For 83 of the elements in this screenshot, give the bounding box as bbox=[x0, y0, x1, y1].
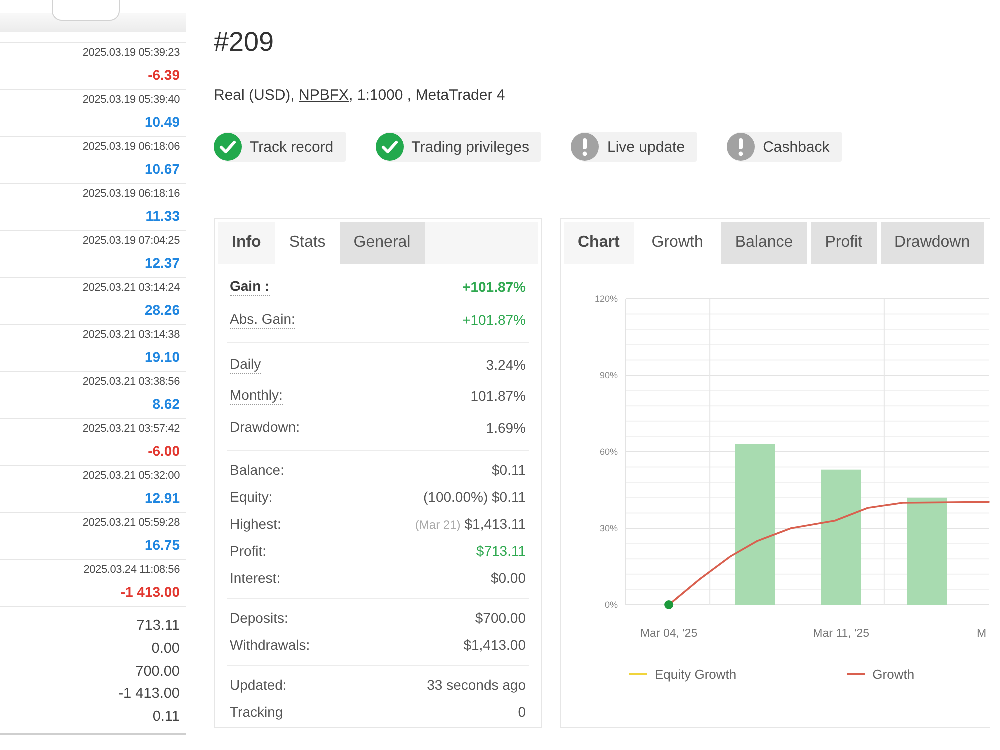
trade-time: 2025.03.21 05:32:00 bbox=[82, 469, 180, 484]
x-axis-label: M bbox=[977, 628, 987, 640]
trade-amount: 19.10 bbox=[144, 348, 180, 367]
trade-time: 2025.03.19 07:04:25 bbox=[82, 234, 180, 249]
chart-tab[interactable]: Drawdown bbox=[880, 222, 984, 264]
stat-label: Monthly: bbox=[230, 387, 283, 406]
total-value: 700.00 bbox=[136, 662, 180, 682]
stat-label: Abs. Gain: bbox=[230, 310, 296, 328]
stat-label: Tracking bbox=[230, 704, 284, 720]
stat-value: $1,413.00 bbox=[464, 637, 526, 653]
stat-label: Updated: bbox=[230, 676, 287, 694]
panel-heading: Chart bbox=[564, 222, 634, 264]
stat-value: 3.24% bbox=[486, 356, 526, 373]
trade-time: 2025.03.21 03:14:24 bbox=[82, 281, 180, 296]
stat-label: Equity: bbox=[230, 488, 273, 506]
stat-label: Deposits: bbox=[230, 610, 288, 626]
trade-time: 2025.03.21 03:38:56 bbox=[82, 375, 180, 390]
stat-value: 1.69% bbox=[486, 420, 526, 436]
total-value: 0.00 bbox=[152, 640, 180, 659]
total-value: 0.11 bbox=[152, 708, 180, 728]
stat-note: (Mar 21) bbox=[415, 518, 461, 532]
legend-label: Equity Growth bbox=[655, 666, 737, 682]
stat-label: Interest: bbox=[230, 570, 281, 586]
stat-value: +101.87% bbox=[462, 278, 526, 294]
trade-amount: -6.39 bbox=[148, 66, 180, 85]
trade-time: 2025.03.19 05:39:23 bbox=[82, 46, 180, 61]
trade-amount: 8.62 bbox=[152, 395, 180, 414]
trade-time: 2025.03.19 05:39:40 bbox=[82, 93, 180, 108]
stat-label: Daily bbox=[230, 356, 262, 374]
stat-value: $700.00 bbox=[475, 610, 526, 626]
trade-time: 2025.03.19 06:18:06 bbox=[82, 140, 180, 155]
stat-label: Profit: bbox=[230, 542, 267, 560]
stat-label: Withdrawals: bbox=[230, 636, 310, 654]
pull-tab[interactable] bbox=[52, 0, 120, 21]
trade-amount: 10.49 bbox=[144, 113, 180, 132]
trade-amount: 28.26 bbox=[144, 301, 180, 320]
stat-value: +101.87% bbox=[462, 312, 526, 328]
y-axis-label: 60% bbox=[600, 447, 618, 457]
y-axis-label: 120% bbox=[594, 294, 618, 304]
stat-label: Balance: bbox=[230, 462, 284, 478]
trade-amount: -1 413.00 bbox=[120, 583, 180, 602]
stat-label: Drawdown: bbox=[230, 419, 300, 436]
stat-value: $713.11 bbox=[476, 543, 526, 559]
trade-amount: 10.67 bbox=[144, 160, 180, 179]
broker-link[interactable]: NPBFX bbox=[299, 87, 350, 104]
trade-amount: 12.37 bbox=[144, 254, 180, 273]
trade-time: 2025.03.21 05:59:28 bbox=[82, 516, 180, 531]
panel-tab[interactable]: General bbox=[340, 222, 425, 264]
stat-value: 33 seconds ago bbox=[427, 677, 526, 693]
trade-time: 2025.03.24 11:08:56 bbox=[84, 563, 180, 578]
x-axis-label: Mar 04, '25 bbox=[640, 628, 698, 640]
stat-value: 0 bbox=[518, 704, 526, 720]
total-value: 713.11 bbox=[136, 617, 180, 636]
chart-tab[interactable]: Profit bbox=[811, 222, 877, 264]
panel-tab[interactable]: Stats bbox=[275, 222, 340, 264]
trade-time: 2025.03.21 03:57:42 bbox=[82, 422, 180, 437]
badge-label: Track record bbox=[250, 138, 334, 156]
badge-label: Live update bbox=[607, 138, 686, 156]
trade-time: 2025.03.19 06:18:16 bbox=[82, 187, 180, 202]
stat-label: Gain : bbox=[230, 278, 270, 296]
trade-time: 2025.03.21 03:14:38 bbox=[82, 328, 180, 343]
y-axis-label: 90% bbox=[600, 370, 618, 380]
trade-amount: 11.33 bbox=[146, 207, 180, 226]
stat-value: $0.00 bbox=[490, 570, 526, 586]
stat-value: $0.11 bbox=[492, 462, 526, 478]
trade-amount: -6.00 bbox=[148, 442, 180, 461]
stat-value: (100.00%) $0.11 bbox=[424, 489, 526, 505]
stat-label: Highest: bbox=[230, 516, 282, 532]
x-axis-label: Mar 11, '25 bbox=[813, 628, 870, 640]
account-summary: Real (USD), NPBFX, 1:1000 , MetaTrader 4 bbox=[214, 86, 506, 106]
y-axis-label: 30% bbox=[600, 524, 618, 534]
stat-value: 101.87% bbox=[470, 388, 526, 404]
trade-amount: 16.75 bbox=[144, 536, 180, 555]
trade-amount: 12.91 bbox=[144, 489, 180, 508]
stat-value: $1,413.11 bbox=[464, 516, 526, 532]
badge-label: Cashback bbox=[763, 138, 830, 156]
legend-label: Growth bbox=[872, 666, 915, 682]
chart-tab[interactable]: Balance bbox=[721, 222, 808, 264]
y-axis-label: 0% bbox=[604, 600, 618, 610]
total-value: -1 413.00 bbox=[118, 685, 180, 704]
account-title: #209 bbox=[214, 26, 276, 59]
start-point-icon bbox=[664, 600, 674, 610]
badge-label: Trading privileges bbox=[412, 138, 530, 156]
